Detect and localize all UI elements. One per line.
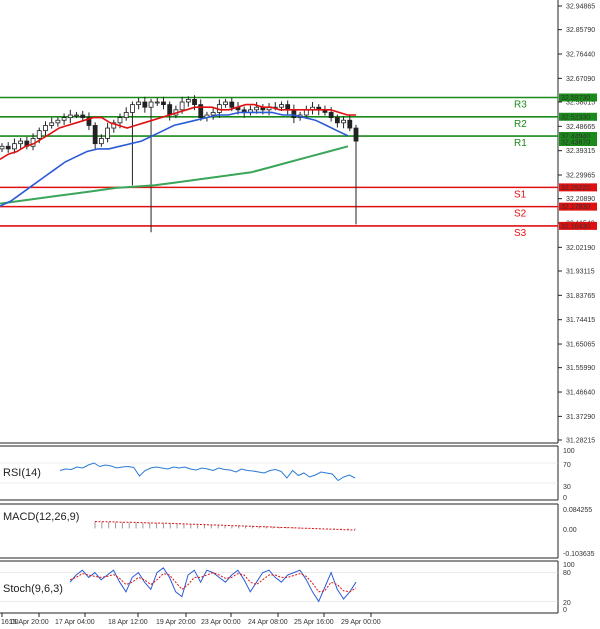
- candle-body: [303, 109, 309, 116]
- candle-body: [210, 112, 216, 116]
- main-y-tick-label: 32.94865: [566, 4, 595, 11]
- x-tick-label: 17 Apr 04:00: [55, 619, 95, 626]
- main-y-tick-label: 32.20890: [566, 196, 595, 203]
- level-price-label: 32.10430: [561, 223, 590, 230]
- candle-body: [98, 138, 104, 145]
- macd-tick-bottom: -0.103635: [563, 551, 595, 558]
- x-tick-label: 18 Apr 12:00: [108, 619, 148, 626]
- level-name-s1: S1: [514, 189, 527, 200]
- x-tick-label: 24 Apr 08:00: [248, 619, 288, 626]
- rsi-title: RSI(14): [3, 467, 41, 479]
- candle-body: [5, 145, 11, 150]
- x-tick-label: 23 Apr 00:00: [201, 619, 241, 626]
- current-price-label: 32.43870: [561, 140, 590, 147]
- main-y-tick-label: 32.76440: [566, 51, 595, 58]
- x-tick-label: 25 Apr 16:00: [294, 619, 334, 626]
- main-y-tick-label: 31.93115: [566, 268, 595, 275]
- candle-body: [328, 112, 334, 119]
- macd-tick-zero: 0.00: [563, 527, 577, 534]
- main-y-tick-label: 31.28215: [566, 438, 595, 445]
- main-y-tick-label: 31.83765: [566, 293, 595, 300]
- main-y-tick-label: 31.46640: [566, 390, 595, 397]
- candle-body: [334, 117, 340, 124]
- candle-body: [347, 119, 353, 129]
- candle-body: [0, 145, 5, 150]
- candle-body: [117, 117, 123, 124]
- main-y-tick-label: 32.02190: [566, 245, 595, 252]
- candle-body: [18, 140, 24, 145]
- main-y-tick-label: 32.29965: [566, 173, 595, 180]
- main-y-tick-label: 31.65065: [566, 342, 595, 349]
- candle-body: [49, 122, 55, 126]
- main-y-tick-label: 32.39315: [566, 148, 595, 155]
- rsi-tick-100: 100: [563, 448, 575, 455]
- x-tick-label: 29 Apr 00:00: [341, 619, 381, 626]
- main-y-tick-label: 31.37290: [566, 414, 595, 421]
- rsi-tick-30: 30: [563, 484, 571, 491]
- rsi-tick-0: 0: [563, 495, 567, 502]
- stoch-title: Stoch(9,6,3): [3, 583, 63, 595]
- candle-body: [279, 104, 284, 108]
- candle-body: [92, 125, 98, 145]
- level-price-label: 32.25220: [561, 185, 590, 192]
- candle-body: [43, 125, 48, 132]
- candle-body: [55, 119, 61, 124]
- main-y-tick-label: 32.67090: [566, 76, 595, 83]
- rsi-tick-70: 70: [563, 462, 571, 469]
- candle-body: [148, 101, 154, 108]
- candle-body: [123, 112, 129, 119]
- candle-body: [341, 119, 346, 124]
- x-tick-label: 19 Apr 20:00: [156, 619, 196, 626]
- x-tick-label: 15 Apr 20:00: [9, 619, 49, 626]
- candle-body: [254, 106, 260, 111]
- stoch-tick-20: 20: [563, 600, 571, 607]
- candle-body: [142, 101, 148, 108]
- level-name-r1: R1: [514, 138, 527, 149]
- candle-body: [167, 104, 173, 116]
- candle-body: [353, 127, 359, 142]
- macd-tick-top: 0.084255: [563, 507, 592, 514]
- candle-body: [179, 101, 185, 111]
- candle-body: [192, 99, 197, 106]
- main-y-tick-label: 32.48665: [566, 124, 595, 131]
- candle-body: [67, 114, 73, 119]
- main-y-tick-label: 31.55990: [566, 365, 595, 372]
- main-y-tick-label: 32.85790: [566, 27, 595, 34]
- candle-body: [223, 101, 228, 106]
- level-name-s3: S3: [514, 228, 527, 239]
- forex-chart: RSI(14) 100 70 30 0 MACD(12,26,9) 0.0842…: [0, 0, 600, 629]
- stoch-tick-80: 80: [563, 570, 571, 577]
- candle-body: [229, 101, 235, 108]
- candle-body: [105, 127, 110, 139]
- main-y-tick-label: 31.74415: [566, 317, 595, 324]
- candle-body: [12, 143, 17, 150]
- level-name-r3: R3: [514, 100, 527, 111]
- candle-body: [36, 130, 42, 139]
- candle-body: [291, 109, 297, 119]
- candle-body: [154, 101, 160, 104]
- macd-title: MACD(12,26,9): [3, 511, 79, 523]
- candle-body: [61, 117, 67, 121]
- level-name-r2: R2: [514, 119, 527, 130]
- level-price-label: 32.59730: [561, 95, 590, 102]
- candle-body: [130, 104, 135, 113]
- stoch-tick-0: 0: [563, 607, 567, 614]
- stoch-tick-100: 100: [563, 562, 575, 569]
- candle-body: [185, 99, 191, 103]
- candle-body: [161, 101, 166, 106]
- level-price-label: 32.52330: [561, 114, 590, 121]
- candle-body: [74, 114, 79, 117]
- level-name-s2: S2: [514, 209, 527, 220]
- candle-body: [80, 114, 86, 119]
- level-price-label: 32.17830: [561, 204, 590, 211]
- candle-body: [136, 101, 142, 106]
